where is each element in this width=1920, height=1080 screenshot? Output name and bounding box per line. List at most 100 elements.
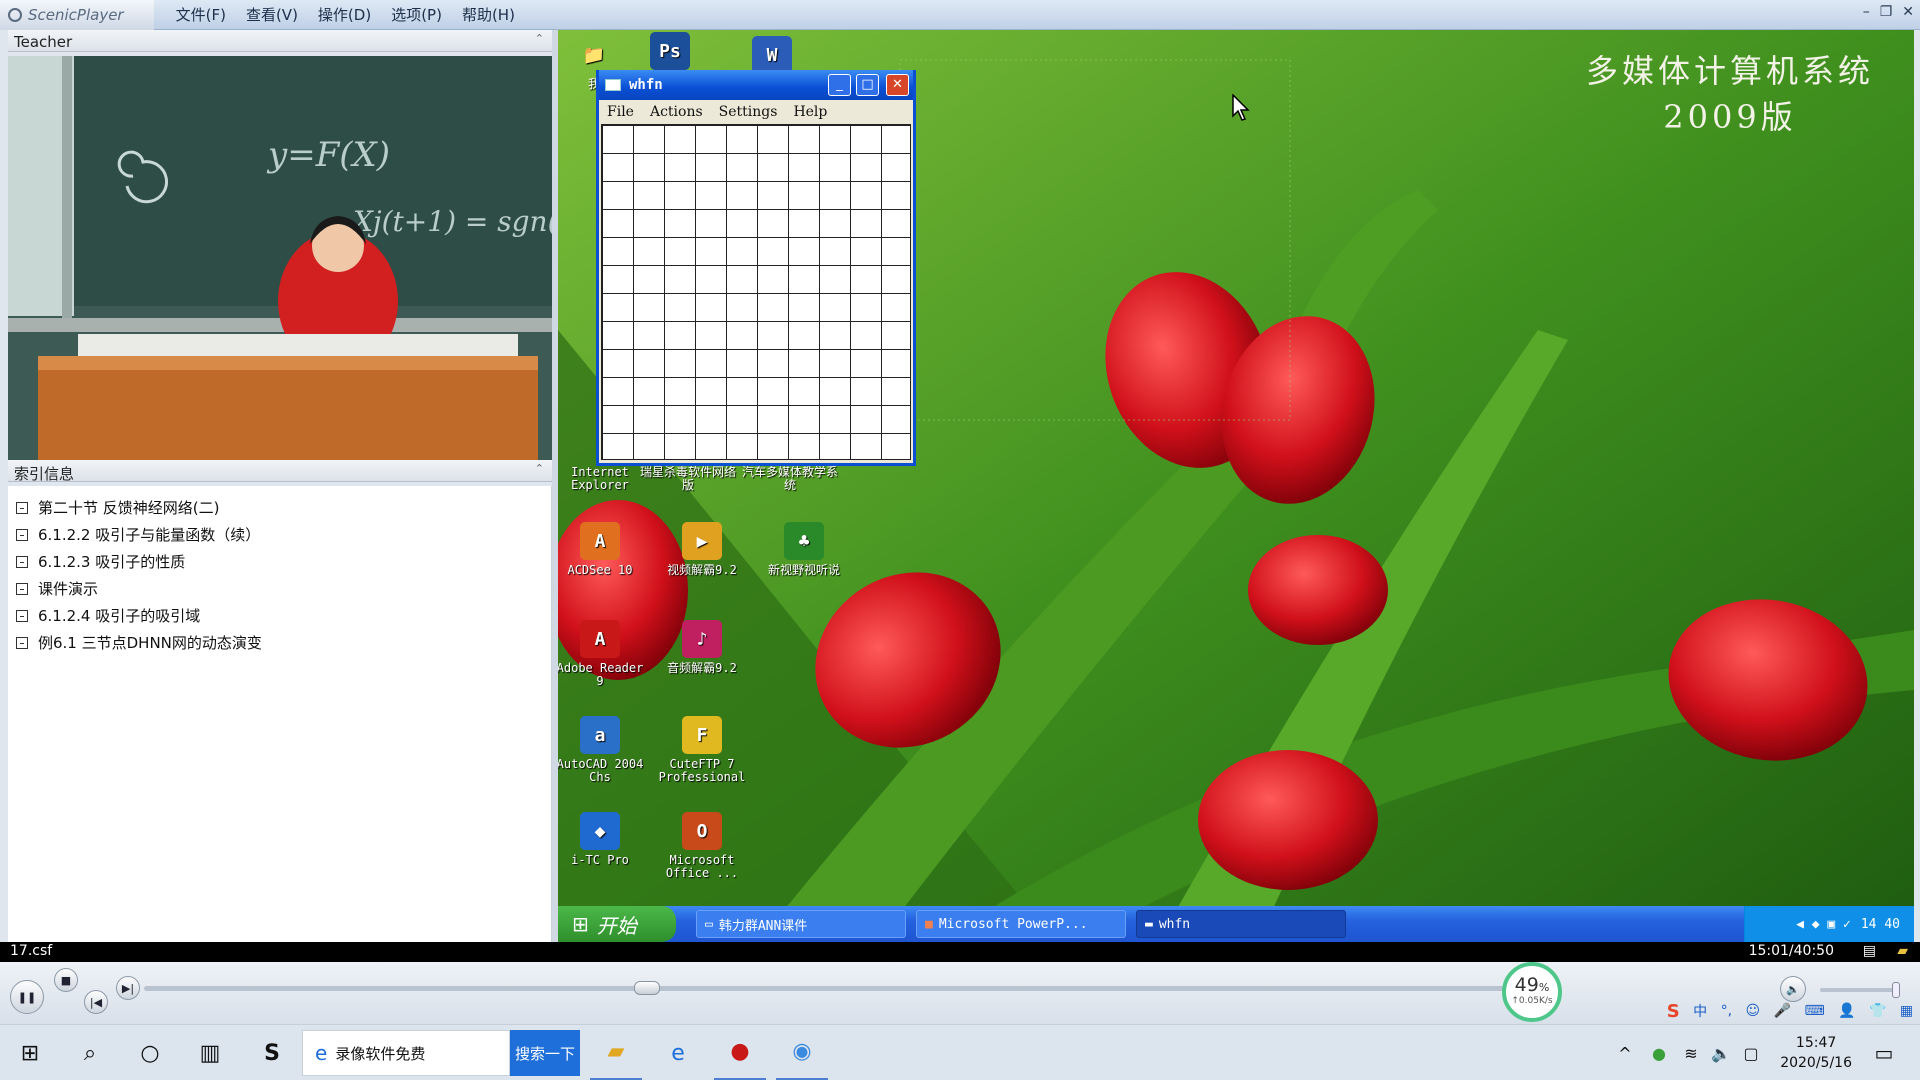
minimize-button[interactable]: _ [828,74,851,96]
whfn-window[interactable]: whfn _ □ ✕ File Actions Settings Help [596,70,916,466]
xp-task-folder[interactable]: ▭ 韩力群ANN课件 [696,910,906,938]
expand-icon[interactable] [16,582,28,595]
collapse-icon[interactable]: ⌃ [535,32,544,45]
toolbox-icon[interactable]: ▦ [1900,1003,1913,1019]
xp-start-button[interactable]: ⊞ 开始 [558,906,676,942]
file-explorer-icon[interactable]: ▰ [590,1025,642,1080]
neuron-grid[interactable] [601,124,911,460]
xp-task-whfn[interactable]: ▬ whfn [1136,910,1346,938]
menu-options[interactable]: 选项(P) [391,4,442,25]
whfn-menu-actions[interactable]: Actions [650,104,703,120]
file-name: 17.csf [10,943,53,959]
restore-button[interactable]: ❐ [1880,4,1893,20]
expand-icon[interactable] [16,636,28,649]
whfn-menu-settings[interactable]: Settings [719,104,778,120]
desktop-icon-cuteftp[interactable]: F CuteFTP 7 Professional [652,716,752,784]
seek-thumb[interactable] [634,981,661,995]
desktop-icon-video[interactable]: ▶ 视频解霸9.2 [652,522,752,577]
whfn-menu-file[interactable]: File [607,104,634,120]
volume-icon[interactable]: 🔈 [1706,1025,1736,1080]
prev-button[interactable]: |◀ [84,990,108,1014]
pause-icon: ❚❚ [17,990,37,1004]
ime-punctuation-icon[interactable]: °, [1721,1003,1732,1019]
toc-item[interactable]: 课件演示 [8,575,551,602]
expand-icon[interactable] [16,609,28,622]
search-icon[interactable]: ⌕ [70,1025,110,1080]
expand-icon[interactable] [16,555,28,568]
microphone-icon[interactable]: 🎤 [1774,1003,1791,1019]
desktop-icon-adobe[interactable]: A Adobe Reader 9 [558,620,650,688]
itc-icon: ◆ [580,812,620,850]
title-bar: ScenicPlayer 文件(F) 查看(V) 操作(D) 选项(P) 帮助(… [0,0,1920,30]
net-percent: 49 [1514,974,1539,996]
network-speed-widget[interactable]: 49% ↑0.05K/s [1502,962,1562,1022]
seek-bar[interactable] [144,981,1504,995]
app-logo: ScenicPlayer [0,0,154,30]
pdf-icon: A [580,620,620,658]
xp-start-label: 开始 [596,913,637,938]
expand-icon[interactable] [16,528,28,541]
toc-item[interactable]: 6.1.2.2 吸引子与能量函数（续） [8,521,551,548]
expand-icon[interactable] [16,501,28,514]
powerpoint-icon: ■ [925,916,933,932]
recorder-icon[interactable]: ● [714,1025,766,1080]
close-button[interactable]: ✕ [886,74,909,96]
collapse-icon[interactable]: ⌃ [535,462,544,475]
desktop-icon-autocad[interactable]: a AutoCAD 2004 Chs [558,716,650,784]
whfn-menu-help[interactable]: Help [793,104,827,120]
keyboard-icon[interactable]: ⌨ [1804,1003,1824,1019]
menu-operate[interactable]: 操作(D) [318,4,371,25]
screen-icon[interactable]: ▤ [1863,943,1876,959]
system-clock[interactable]: 15:47 2020/5/16 [1780,1033,1852,1073]
search-box[interactable]: e 录像软件免费 [302,1030,510,1076]
toc-item[interactable]: 6.1.2.3 吸引子的性质 [8,548,551,575]
chevron-up-icon[interactable]: ^ [1610,1025,1640,1080]
edge-icon[interactable]: e [652,1025,704,1080]
teacher-video[interactable]: y=F(X) Xj(t+1) = sgn(... [8,56,552,460]
task-view-icon[interactable]: ▥ [190,1025,230,1080]
audio-icon: ♪ [682,620,722,658]
open-folder-icon[interactable]: ▰ [1897,943,1908,959]
maximize-button[interactable]: □ [856,74,879,96]
desktop-icon-ie[interactable]: Internet Explorer [558,466,650,492]
security-icon[interactable]: ● [1644,1025,1674,1080]
player-app-icon[interactable]: ◉ [776,1025,828,1080]
desktop-icon-audio[interactable]: ♪ 音频解霸9.2 [652,620,752,675]
desktop-icon-acdsee[interactable]: A ACDSee 10 [558,522,650,577]
skin-icon[interactable]: 👕 [1869,1003,1886,1019]
toc-item[interactable]: 例6.1 三节点DHNN网的动态演变 [8,629,551,656]
xp-task-powerpoint[interactable]: ■ Microsoft PowerP... [916,910,1126,938]
search-button[interactable]: 搜索一下 [510,1030,580,1076]
desktop-icon-office[interactable]: O Microsoft Office ... [652,812,752,880]
ime-icon[interactable]: ▢ [1736,1025,1766,1080]
menu-view[interactable]: 查看(V) [246,4,298,25]
desktop-icon-rising[interactable]: 瑞星杀毒软件网络版 [638,466,738,492]
notification-icon[interactable]: ▭ [1864,1025,1904,1080]
stop-button[interactable]: ■ [54,968,78,992]
acdsee-icon: A [580,522,620,560]
icon-label: 音频解霸9.2 [667,661,737,675]
menu-help[interactable]: 帮助(H) [462,4,515,25]
desktop-icon-photoshop[interactable]: Ps [620,32,720,74]
minimize-button[interactable]: – [1863,4,1870,20]
volume-thumb[interactable] [1892,982,1900,998]
menu-file[interactable]: 文件(F) [176,4,226,25]
desktop-icon-newhorizon[interactable]: ♣ 新视野视听说 [754,522,854,577]
sogou-icon[interactable]: S [1667,1001,1680,1022]
close-button[interactable]: ✕ [1902,4,1914,20]
desktop-icon-auto[interactable]: 汽车多媒体教学系统 [740,466,840,492]
toc-item[interactable]: 第二十节 反馈神经网络(二) [8,494,551,521]
emoji-icon[interactable]: ☺ [1746,1003,1761,1019]
ime-chinese-mode[interactable]: 中 [1693,1001,1707,1021]
next-button[interactable]: ▶| [116,976,140,1000]
task-label: 韩力群ANN课件 [718,918,808,934]
sogou-app-icon[interactable]: S [250,1025,294,1080]
windows-start-icon[interactable]: ⊞ [10,1025,50,1080]
desktop-icon-itc[interactable]: ◆ i-TC Pro [558,812,650,867]
toc-item[interactable]: 6.1.2.4 吸引子的吸引域 [8,602,551,629]
wifi-icon[interactable]: ≋ [1676,1025,1706,1080]
pause-button[interactable]: ❚❚ [10,980,44,1014]
volume-slider[interactable] [1820,982,1900,998]
cortana-icon[interactable]: ○ [130,1025,170,1080]
user-icon[interactable]: 👤 [1838,1003,1855,1019]
